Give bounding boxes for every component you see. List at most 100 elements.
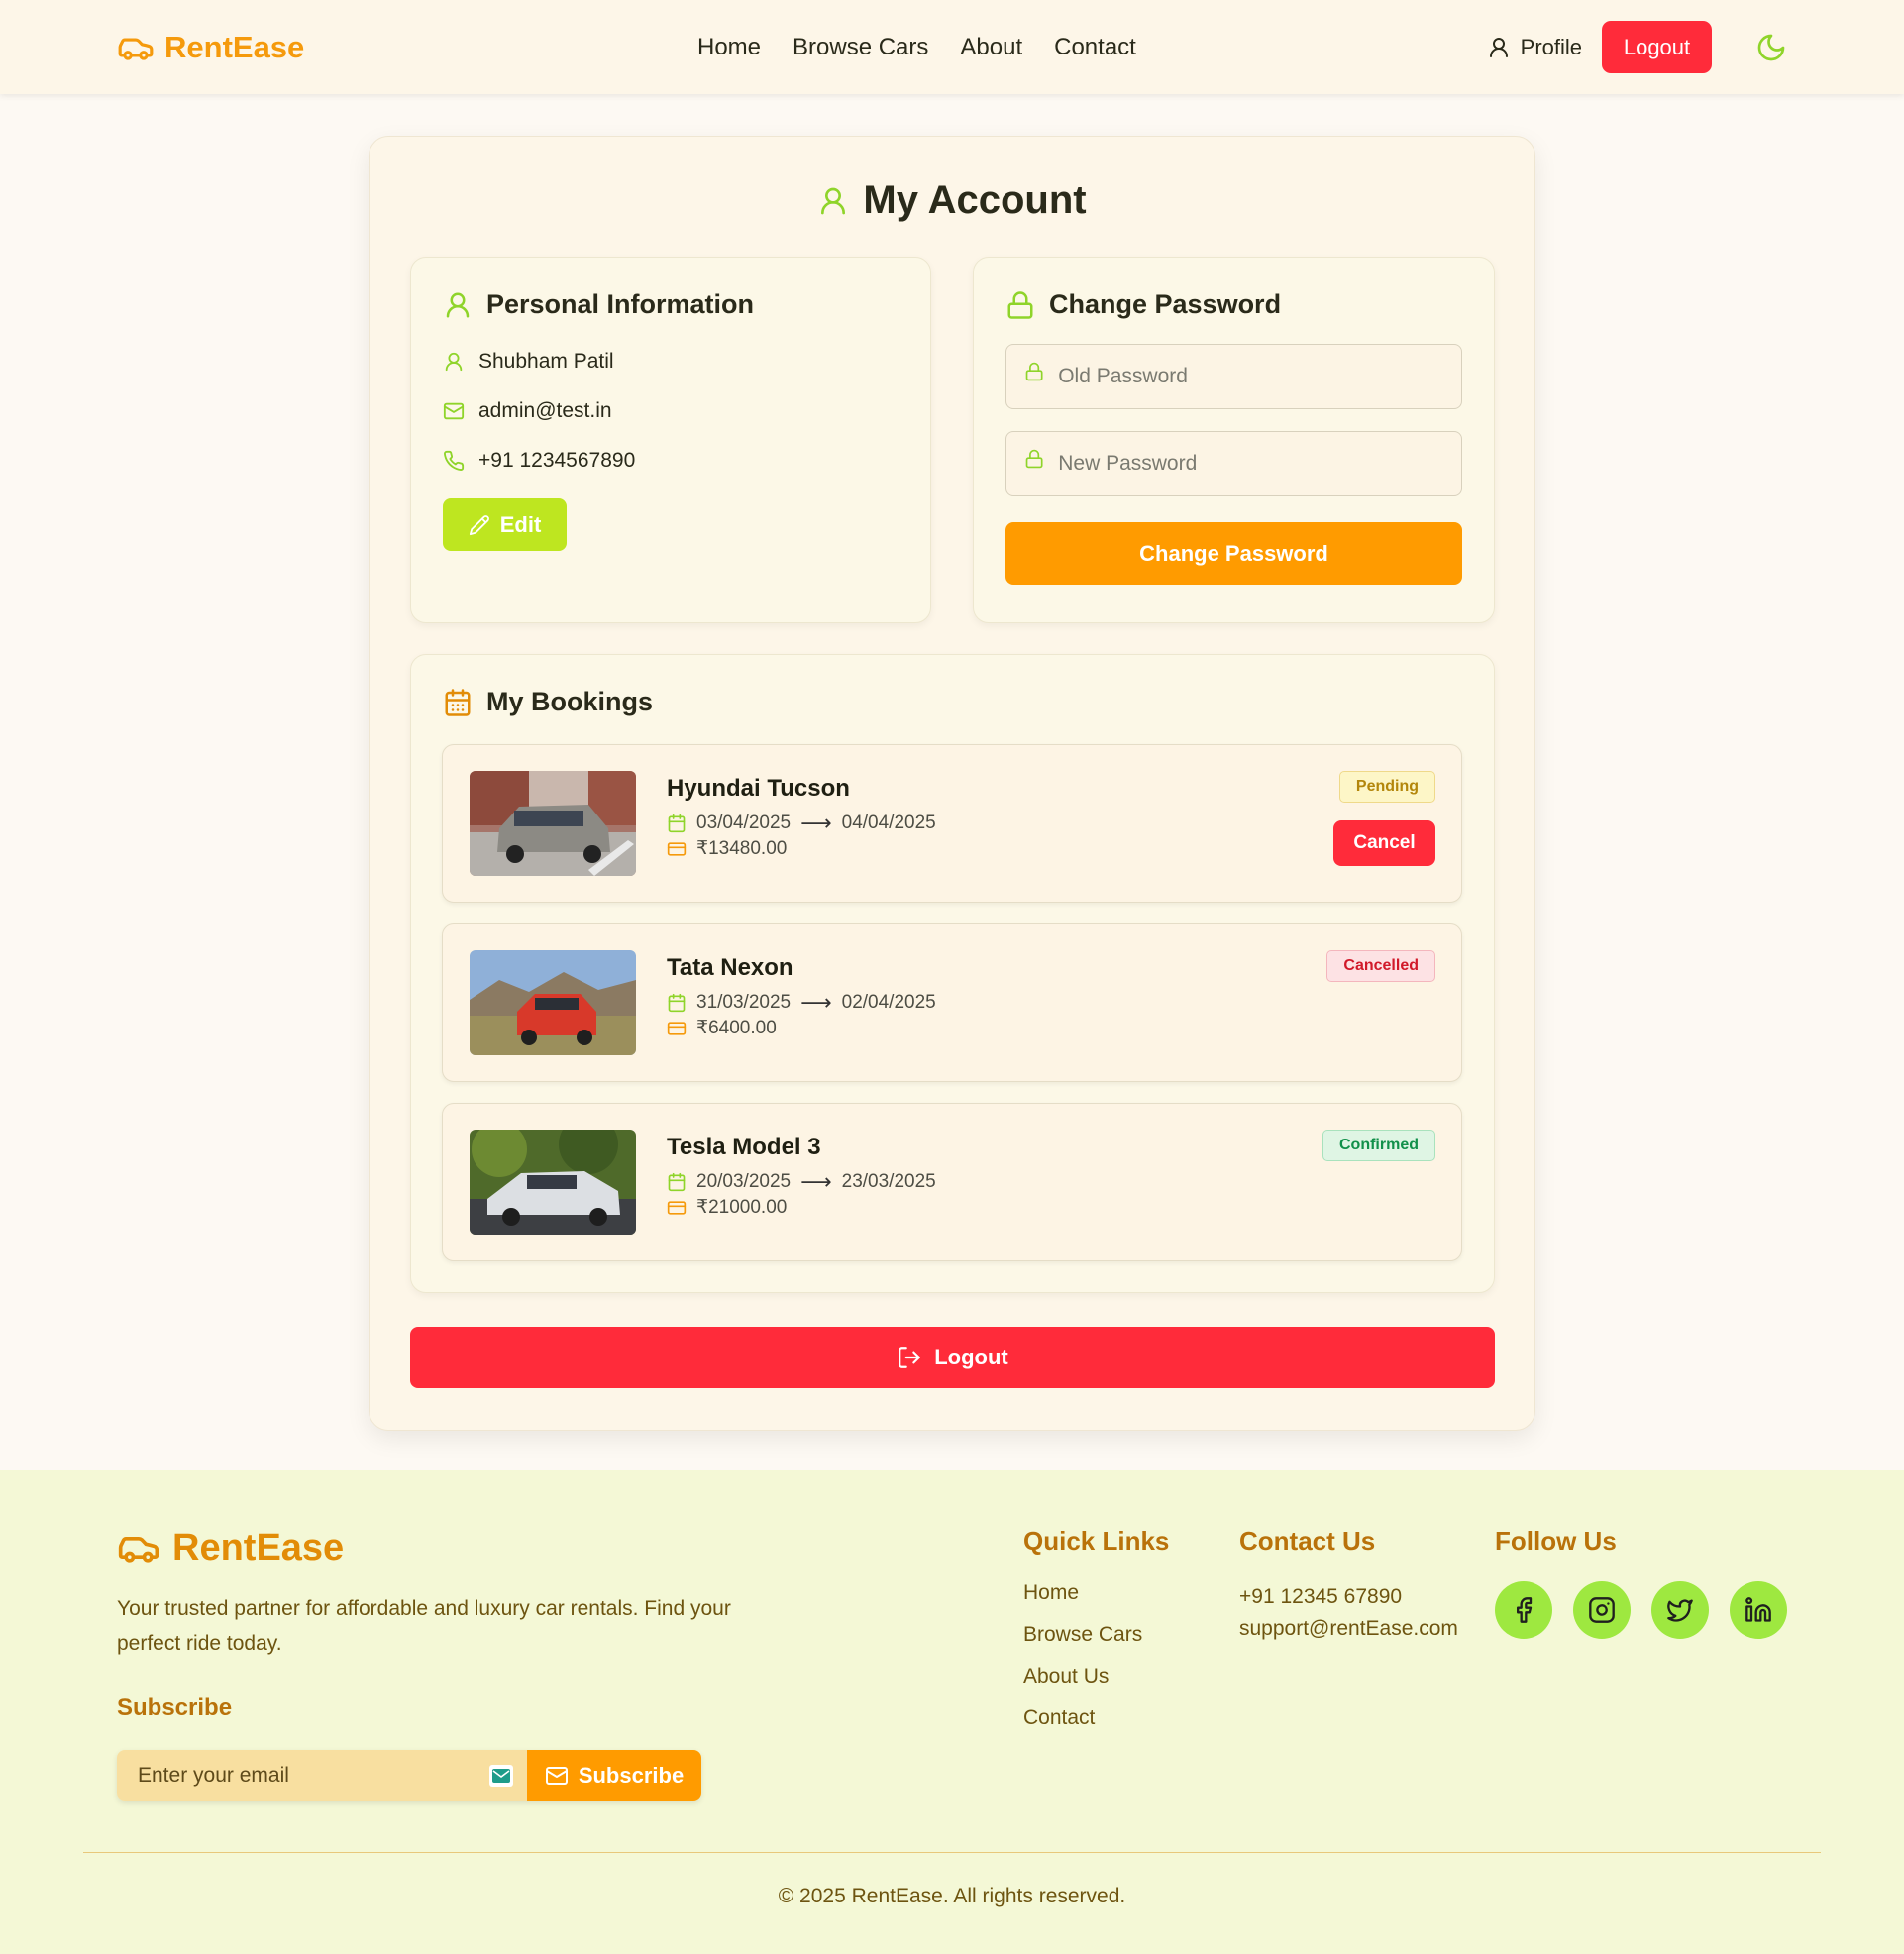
footer-link-contact[interactable]: Contact: [1023, 1706, 1142, 1748]
status-badge: Confirmed: [1322, 1130, 1435, 1161]
log-out-icon: [899, 1347, 921, 1368]
mail-icon: [545, 1767, 568, 1785]
booking-dates: 20/03/2025 ⟶ 23/03/2025: [667, 1169, 936, 1195]
nav-links: Home Browse Cars About Contact: [697, 0, 1136, 94]
booking-dates: 31/03/2025 ⟶ 02/04/2025: [667, 990, 936, 1016]
old-password-input[interactable]: [1058, 365, 1443, 388]
contact-email[interactable]: support@rentEase.com: [1239, 1613, 1458, 1645]
calendar-icon: [668, 993, 686, 1013]
quick-links-title: Quick Links: [1023, 1526, 1170, 1556]
user-phone: +91 1234567890: [478, 449, 636, 472]
personal-info-panel: Personal Information Shubham Patil admin…: [410, 257, 931, 623]
user-icon: [821, 187, 846, 214]
footer-link-about-us[interactable]: About Us: [1023, 1665, 1142, 1706]
lock-icon: [1025, 362, 1043, 381]
cancel-booking-button[interactable]: Cancel: [1333, 820, 1435, 866]
copyright: © 2025 RentEase. All rights reserved.: [778, 1885, 1126, 1907]
calendar-icon: [668, 1172, 686, 1192]
status-badge: Pending: [1338, 771, 1435, 803]
booking-card: Hyundai Tucson 03/04/2025 ⟶ 04/04/2025 ₹…: [442, 744, 1462, 903]
contact-title: Contact Us: [1239, 1526, 1376, 1556]
name-row: Shubham Patil: [443, 350, 899, 374]
price-value: ₹6400.00: [696, 1018, 777, 1038]
car-photo-image: [470, 950, 636, 1055]
start-date: 31/03/2025: [696, 992, 792, 1013]
page-title-text: My Account: [863, 178, 1087, 222]
start-date: 03/04/2025: [696, 813, 792, 833]
account-card: My Account Personal Information Shubham …: [369, 136, 1535, 1431]
footer: RentEase Your trusted partner for afford…: [0, 1470, 1904, 1954]
nav-link-contact[interactable]: Contact: [1054, 34, 1136, 61]
contact-phone: +91 12345 67890: [1239, 1585, 1403, 1608]
car-name: Hyundai Tucson: [667, 775, 850, 802]
brand-name: RentEase: [164, 29, 305, 64]
edit-button[interactable]: Edit: [443, 498, 567, 551]
social-links: [1495, 1581, 1787, 1639]
car-icon: [118, 1537, 159, 1563]
profile-link[interactable]: Profile: [1487, 35, 1582, 60]
linkedin-link[interactable]: [1730, 1581, 1787, 1639]
mail-icon: [443, 402, 465, 420]
twitter-icon: [1667, 1599, 1693, 1622]
nav-link-about[interactable]: About: [960, 34, 1022, 61]
user-icon: [1489, 37, 1508, 57]
footer-divider: [83, 1852, 1821, 1853]
booking-price: ₹13480.00: [667, 837, 787, 860]
subscribe-title: Subscribe: [117, 1694, 233, 1721]
new-password-input[interactable]: [1058, 452, 1443, 476]
end-date: 04/04/2025: [841, 813, 936, 833]
arrow-right-icon: ⟶: [800, 811, 832, 835]
follow-title: Follow Us: [1495, 1526, 1617, 1556]
contact-info: +91 12345 67890 support@rentEase.com: [1239, 1581, 1458, 1645]
price-value: ₹21000.00: [696, 1197, 788, 1218]
autofill-icon[interactable]: [489, 1765, 513, 1787]
quick-links: Home Browse Cars About Us Contact: [1023, 1581, 1142, 1748]
subscribe-email-field: [117, 1750, 527, 1801]
arrow-right-icon: ⟶: [800, 990, 832, 1015]
facebook-icon: [1517, 1597, 1533, 1623]
footer-brand[interactable]: RentEase: [117, 1526, 344, 1570]
brand-logo[interactable]: RentEase: [117, 29, 304, 66]
credit-card-icon: [667, 1200, 687, 1215]
status-badge: Cancelled: [1326, 950, 1435, 982]
phone-icon: [444, 450, 465, 471]
booking-price: ₹21000.00: [667, 1196, 787, 1219]
email-row: admin@test.in: [443, 399, 899, 423]
footer-brand-name: RentEase: [172, 1526, 345, 1569]
moon-icon[interactable]: [1755, 32, 1787, 63]
booking-price: ₹6400.00: [667, 1017, 777, 1039]
bookings-panel: My Bookings Hyundai Tucson 03/04/2025 ⟶ …: [410, 654, 1495, 1293]
logout-account-label: Logout: [934, 1345, 1008, 1369]
user-name: Shubham Patil: [478, 350, 614, 373]
start-date: 20/03/2025: [696, 1171, 792, 1192]
envelope-icon: [492, 1769, 510, 1783]
change-password-panel: Change Password Change Password: [973, 257, 1495, 623]
logout-button[interactable]: Logout: [1602, 21, 1712, 73]
navbar: RentEase Home Browse Cars About Contact …: [0, 0, 1904, 94]
bookings-title-text: My Bookings: [486, 687, 654, 716]
booking-card: Tata Nexon 31/03/2025 ⟶ 02/04/2025 ₹6400…: [442, 923, 1462, 1082]
bookings-title: My Bookings: [443, 687, 1462, 717]
subscribe-email-input[interactable]: [138, 1764, 489, 1788]
instagram-link[interactable]: [1573, 1581, 1631, 1639]
subscribe-button[interactable]: Subscribe: [527, 1750, 701, 1801]
nav-link-home[interactable]: Home: [697, 34, 761, 61]
twitter-link[interactable]: [1651, 1581, 1709, 1639]
personal-info-title-text: Personal Information: [486, 289, 755, 319]
facebook-link[interactable]: [1495, 1581, 1552, 1639]
logout-account-button[interactable]: Logout: [410, 1327, 1495, 1388]
booking-card: Tesla Model 3 20/03/2025 ⟶ 23/03/2025 ₹2…: [442, 1103, 1462, 1261]
change-password-button[interactable]: Change Password: [1005, 522, 1462, 585]
user-icon: [445, 352, 463, 372]
footer-description: Your trusted partner for affordable and …: [117, 1597, 731, 1655]
page-title: My Account: [370, 178, 1534, 223]
instagram-icon: [1589, 1597, 1615, 1623]
nav-actions: Profile Logout: [1487, 0, 1787, 94]
personal-info-title: Personal Information: [443, 289, 899, 320]
lock-icon: [1007, 290, 1033, 319]
nav-link-browse-cars[interactable]: Browse Cars: [793, 34, 928, 61]
credit-card-icon: [667, 1021, 687, 1035]
car-photo-tesla-model-3: [470, 1130, 636, 1235]
footer-link-browse-cars[interactable]: Browse Cars: [1023, 1623, 1142, 1665]
footer-link-home[interactable]: Home: [1023, 1581, 1142, 1623]
